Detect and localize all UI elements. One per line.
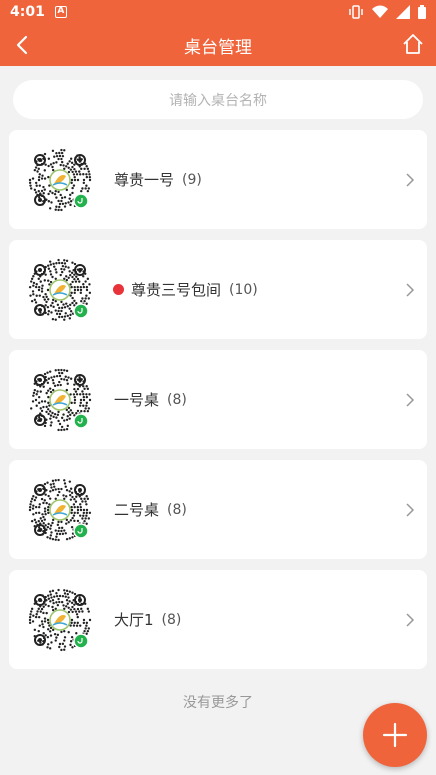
table-seat-count: (8) <box>161 611 182 628</box>
table-card[interactable]: 大厅1 (8) <box>9 570 427 669</box>
table-label: 二号桌 (8) <box>114 499 187 520</box>
table-label: 大厅1 (8) <box>114 609 181 630</box>
signal-icon <box>396 5 410 19</box>
search-input[interactable]: 请输入桌台名称 <box>13 80 423 119</box>
battery-icon <box>418 5 426 19</box>
qr-code-graphic <box>28 148 92 212</box>
table-name: 二号桌 <box>114 501 160 519</box>
status-icons <box>348 5 426 19</box>
status-bar: 4:01 A <box>0 0 436 24</box>
qr-code-graphic <box>28 258 92 321</box>
chevron-right-icon <box>406 173 415 187</box>
table-label: 尊贵一号 (9) <box>114 169 202 190</box>
vibrate-icon <box>349 5 363 19</box>
table-card[interactable]: 二号桌 (8) <box>9 460 427 559</box>
title-bar: 桌台管理 <box>0 24 436 66</box>
table-name: 尊贵一号 <box>114 171 175 189</box>
chevron-right-icon <box>406 503 415 517</box>
table-label: 尊贵三号包间 (10) <box>113 279 258 300</box>
a-icon: A <box>54 6 67 18</box>
table-seat-count: (9) <box>182 171 202 188</box>
table-card[interactable]: 一号桌 (8) <box>9 350 427 449</box>
status-time: 4:01 <box>10 4 45 20</box>
table-seat-count: (10) <box>229 281 258 298</box>
qr-code-icon <box>26 586 94 654</box>
chevron-right-icon <box>406 283 415 297</box>
table-seat-count: (8) <box>167 391 187 408</box>
add-table-button[interactable] <box>363 703 427 767</box>
back-arrow-icon[interactable] <box>12 34 34 56</box>
table-list: 尊贵一号 (9) 尊贵三号包间 (10) 一号桌 (8) 二号桌 (8) 大厅1… <box>9 130 427 680</box>
table-name: 一号桌 <box>114 391 160 409</box>
plus-icon <box>382 722 408 748</box>
page-title: 桌台管理 <box>184 37 252 58</box>
search-placeholder: 请输入桌台名称 <box>169 92 267 109</box>
home-icon[interactable] <box>402 33 424 55</box>
qr-code-icon <box>26 256 94 324</box>
chevron-right-icon <box>406 393 415 407</box>
table-label: 一号桌 (8) <box>114 389 187 410</box>
status-dot <box>113 284 124 295</box>
chevron-right-icon <box>406 613 415 627</box>
qr-code-icon <box>26 476 94 544</box>
table-name: 大厅1 <box>114 611 154 629</box>
table-name: 尊贵三号包间 <box>131 281 222 299</box>
table-card[interactable]: 尊贵一号 (9) <box>9 130 427 229</box>
qr-code-graphic <box>28 478 92 542</box>
no-more-text: 没有更多了 <box>183 695 253 711</box>
qr-code-graphic <box>30 368 92 432</box>
qr-code-icon <box>26 146 94 214</box>
table-card[interactable]: 尊贵三号包间 (10) <box>9 240 427 339</box>
wifi-icon <box>372 5 388 18</box>
qr-code-icon <box>26 366 94 434</box>
table-seat-count: (8) <box>167 501 187 518</box>
qr-code-graphic <box>28 588 92 652</box>
